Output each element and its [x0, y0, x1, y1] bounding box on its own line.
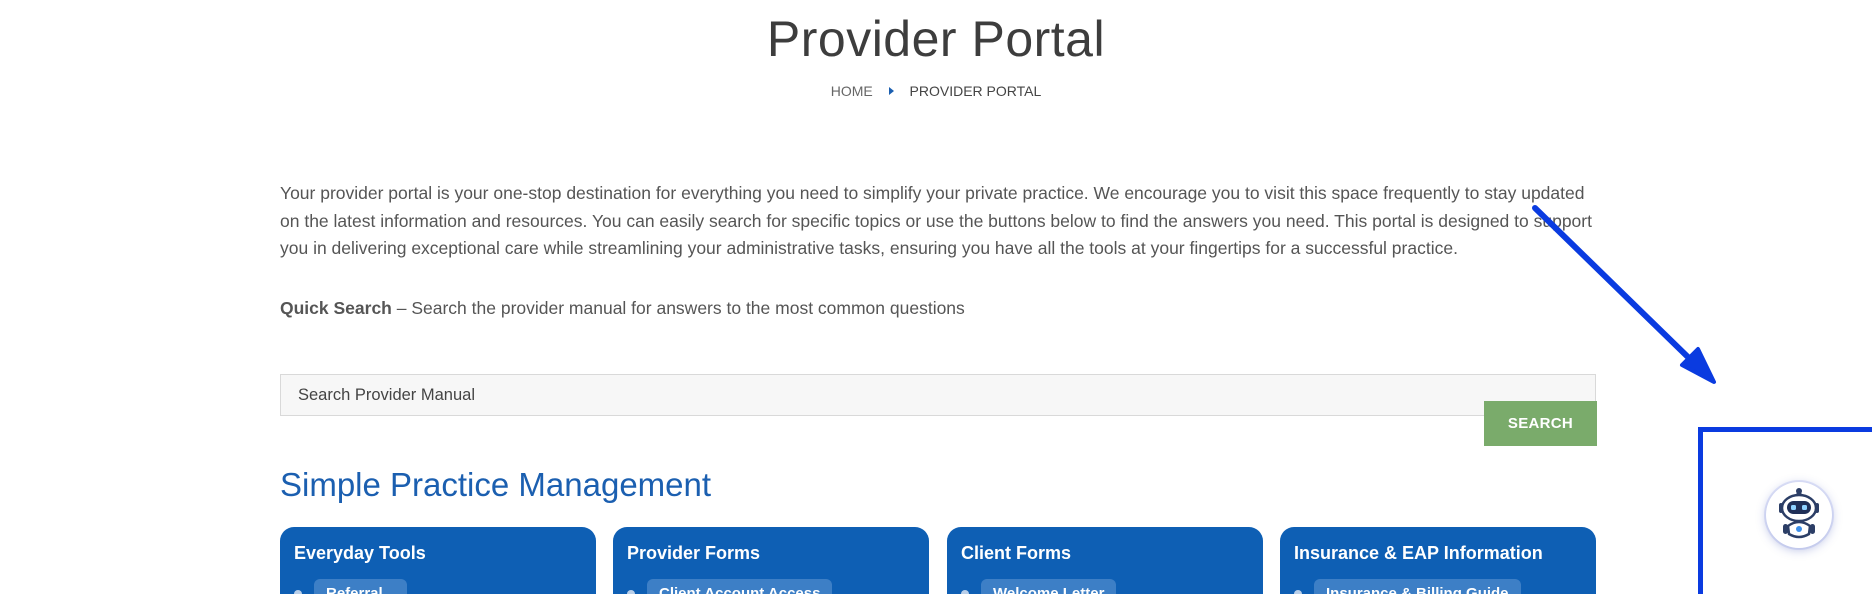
card-title: Everyday Tools [294, 543, 426, 563]
card-link-label[interactable]: Client Account Access [647, 579, 833, 594]
breadcrumb-chevron-icon [888, 87, 894, 95]
bullet-icon [294, 589, 302, 594]
quick-search-label: Quick Search [280, 298, 392, 318]
section-title: Simple Practice Management [280, 466, 712, 503]
intro-paragraph: Your provider portal is your one-stop de… [280, 183, 1592, 258]
card-client-forms: Client Forms Welcome Letter [947, 527, 1263, 594]
search-button[interactable]: SEARCH [1484, 401, 1597, 446]
card-link-label[interactable]: Insurance & Billing Guide [1314, 579, 1521, 594]
card-title: Insurance & EAP Information [1294, 543, 1543, 563]
card-link-label[interactable]: Referral... [314, 579, 408, 594]
card-provider-forms: Provider Forms Client Account Access [613, 527, 929, 594]
breadcrumb-home-link[interactable]: HOME [831, 83, 873, 99]
card-link[interactable]: Referral... [294, 579, 408, 594]
card-insurance-eap: Insurance & EAP Information Insurance & … [1280, 527, 1596, 594]
quick-search-text: Quick Search – Search the provider manua… [280, 298, 1600, 319]
card-link[interactable]: Client Account Access [627, 579, 833, 594]
card-link-label[interactable]: Welcome Letter [981, 579, 1117, 594]
search-input[interactable] [280, 374, 1596, 416]
breadcrumb: HOME PROVIDER PORTAL [0, 83, 1872, 99]
page: Provider Portal HOME PROVIDER PORTAL You… [0, 0, 1872, 594]
quick-search-description: – Search the provider manual for answers… [391, 298, 965, 318]
robot-chat-icon [1779, 488, 1819, 539]
card-link[interactable]: Welcome Letter [961, 579, 1117, 594]
card-title: Client Forms [961, 543, 1072, 563]
chatbot-button[interactable] [1766, 482, 1832, 548]
breadcrumb-current: PROVIDER PORTAL [909, 83, 1042, 99]
bullet-icon [961, 589, 969, 594]
page-title: Provider Portal [766, 11, 1106, 67]
card-link[interactable]: Insurance & Billing Guide [1294, 579, 1521, 594]
card-everyday-tools: Everyday Tools Referral... [280, 527, 596, 594]
bullet-icon [627, 589, 635, 594]
card-title: Provider Forms [627, 543, 761, 563]
bullet-icon [1294, 589, 1302, 594]
